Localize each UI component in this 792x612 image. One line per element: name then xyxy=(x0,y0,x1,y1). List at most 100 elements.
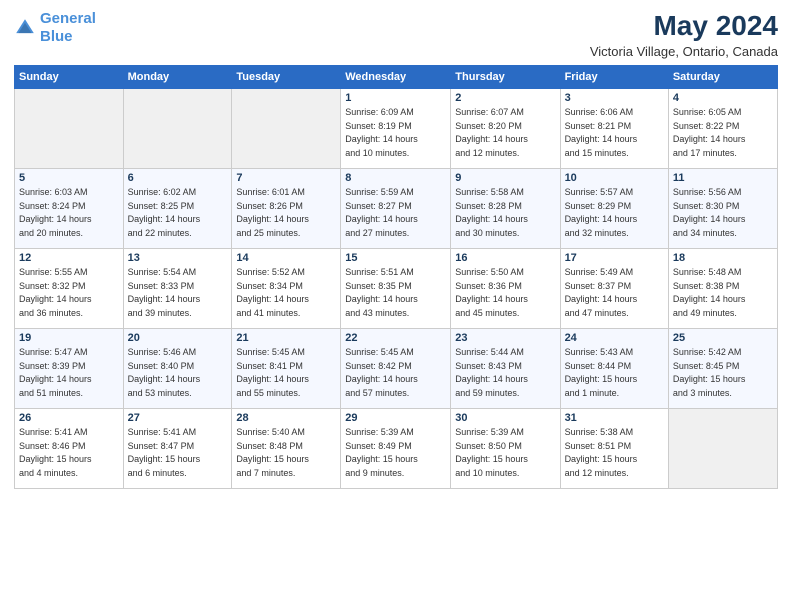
day-number: 28 xyxy=(236,412,336,424)
day-info: Sunrise: 5:42 AM Sunset: 8:45 PM Dayligh… xyxy=(673,346,773,400)
calendar-cell: 25 Sunrise: 5:42 AM Sunset: 8:45 PM Dayli… xyxy=(668,329,777,409)
calendar-header-row: Sunday Monday Tuesday Wednesday Thursday… xyxy=(15,66,778,89)
calendar-cell: 26 Sunrise: 5:41 AM Sunset: 8:46 PM Dayli… xyxy=(15,409,124,489)
day-info: Sunrise: 5:59 AM Sunset: 8:27 PM Dayligh… xyxy=(345,186,446,240)
day-number: 16 xyxy=(455,252,555,264)
day-number: 6 xyxy=(128,172,228,184)
calendar-cell: 19 Sunrise: 5:47 AM Sunset: 8:39 PM Dayli… xyxy=(15,329,124,409)
day-number: 23 xyxy=(455,332,555,344)
calendar-cell: 16 Sunrise: 5:50 AM Sunset: 8:36 PM Dayli… xyxy=(451,249,560,329)
calendar-cell: 23 Sunrise: 5:44 AM Sunset: 8:43 PM Dayli… xyxy=(451,329,560,409)
day-number: 24 xyxy=(565,332,664,344)
header-saturday: Saturday xyxy=(668,66,777,89)
calendar-week-2: 5 Sunrise: 6:03 AM Sunset: 8:24 PM Daylig… xyxy=(15,169,778,249)
day-number: 3 xyxy=(565,92,664,104)
day-info: Sunrise: 6:06 AM Sunset: 8:21 PM Dayligh… xyxy=(565,106,664,160)
logo-line2: Blue xyxy=(40,28,73,45)
day-info: Sunrise: 5:39 AM Sunset: 8:49 PM Dayligh… xyxy=(345,426,446,480)
calendar-cell: 7 Sunrise: 6:01 AM Sunset: 8:26 PM Daylig… xyxy=(232,169,341,249)
calendar-cell: 12 Sunrise: 5:55 AM Sunset: 8:32 PM Dayli… xyxy=(15,249,124,329)
day-number: 2 xyxy=(455,92,555,104)
calendar-cell xyxy=(668,409,777,489)
day-number: 26 xyxy=(19,412,119,424)
calendar-week-1: 1 Sunrise: 6:09 AM Sunset: 8:19 PM Daylig… xyxy=(15,89,778,169)
day-info: Sunrise: 5:40 AM Sunset: 8:48 PM Dayligh… xyxy=(236,426,336,480)
calendar-week-5: 26 Sunrise: 5:41 AM Sunset: 8:46 PM Dayli… xyxy=(15,409,778,489)
day-number: 17 xyxy=(565,252,664,264)
calendar-cell: 31Sunrise: 5:38 AM Sunset: 8:51 PM Dayli… xyxy=(560,409,668,489)
calendar-cell: 17 Sunrise: 5:49 AM Sunset: 8:37 PM Dayli… xyxy=(560,249,668,329)
day-number: 20 xyxy=(128,332,228,344)
calendar-cell: 4 Sunrise: 6:05 AM Sunset: 8:22 PM Daylig… xyxy=(668,89,777,169)
day-info: Sunrise: 5:54 AM Sunset: 8:33 PM Dayligh… xyxy=(128,266,228,320)
day-info: Sunrise: 5:41 AM Sunset: 8:47 PM Dayligh… xyxy=(128,426,228,480)
day-number: 27 xyxy=(128,412,228,424)
calendar-cell xyxy=(123,89,232,169)
calendar-cell: 6 Sunrise: 6:02 AM Sunset: 8:25 PM Daylig… xyxy=(123,169,232,249)
day-info: Sunrise: 6:01 AM Sunset: 8:26 PM Dayligh… xyxy=(236,186,336,240)
day-info: Sunrise: 5:52 AM Sunset: 8:34 PM Dayligh… xyxy=(236,266,336,320)
calendar-cell xyxy=(232,89,341,169)
day-info: Sunrise: 5:48 AM Sunset: 8:38 PM Dayligh… xyxy=(673,266,773,320)
calendar-cell: 5 Sunrise: 6:03 AM Sunset: 8:24 PM Daylig… xyxy=(15,169,124,249)
subtitle: Victoria Village, Ontario, Canada xyxy=(590,44,778,59)
page: General Blue May 2024 Victoria Village, … xyxy=(0,0,792,612)
day-number: 13 xyxy=(128,252,228,264)
calendar-cell: 22 Sunrise: 5:45 AM Sunset: 8:42 PM Dayli… xyxy=(341,329,451,409)
calendar-cell xyxy=(15,89,124,169)
calendar-cell: 21Sunrise: 5:45 AM Sunset: 8:41 PM Dayli… xyxy=(232,329,341,409)
calendar: Sunday Monday Tuesday Wednesday Thursday… xyxy=(14,65,778,489)
day-number: 25 xyxy=(673,332,773,344)
calendar-cell: 9Sunrise: 5:58 AM Sunset: 8:28 PM Daylig… xyxy=(451,169,560,249)
header: General Blue May 2024 Victoria Village, … xyxy=(14,10,778,59)
header-wednesday: Wednesday xyxy=(341,66,451,89)
calendar-cell: 2 Sunrise: 6:07 AM Sunset: 8:20 PM Daylig… xyxy=(451,89,560,169)
day-info: Sunrise: 5:47 AM Sunset: 8:39 PM Dayligh… xyxy=(19,346,119,400)
day-info: Sunrise: 6:07 AM Sunset: 8:20 PM Dayligh… xyxy=(455,106,555,160)
day-info: Sunrise: 5:51 AM Sunset: 8:35 PM Dayligh… xyxy=(345,266,446,320)
calendar-cell: 27 Sunrise: 5:41 AM Sunset: 8:47 PM Dayli… xyxy=(123,409,232,489)
day-number: 31 xyxy=(565,412,664,424)
header-tuesday: Tuesday xyxy=(232,66,341,89)
day-number: 15 xyxy=(345,252,446,264)
main-title: May 2024 xyxy=(590,10,778,42)
calendar-cell: 20Sunrise: 5:46 AM Sunset: 8:40 PM Dayli… xyxy=(123,329,232,409)
day-number: 10 xyxy=(565,172,664,184)
calendar-cell: 29 Sunrise: 5:39 AM Sunset: 8:49 PM Dayli… xyxy=(341,409,451,489)
day-info: Sunrise: 5:45 AM Sunset: 8:41 PM Dayligh… xyxy=(236,346,336,400)
calendar-cell: 18Sunrise: 5:48 AM Sunset: 8:38 PM Dayli… xyxy=(668,249,777,329)
calendar-cell: 30Sunrise: 5:39 AM Sunset: 8:50 PM Dayli… xyxy=(451,409,560,489)
day-number: 4 xyxy=(673,92,773,104)
day-info: Sunrise: 5:49 AM Sunset: 8:37 PM Dayligh… xyxy=(565,266,664,320)
day-info: Sunrise: 5:44 AM Sunset: 8:43 PM Dayligh… xyxy=(455,346,555,400)
day-info: Sunrise: 6:05 AM Sunset: 8:22 PM Dayligh… xyxy=(673,106,773,160)
calendar-cell: 8Sunrise: 5:59 AM Sunset: 8:27 PM Daylig… xyxy=(341,169,451,249)
day-number: 5 xyxy=(19,172,119,184)
calendar-week-3: 12 Sunrise: 5:55 AM Sunset: 8:32 PM Dayli… xyxy=(15,249,778,329)
day-info: Sunrise: 5:56 AM Sunset: 8:30 PM Dayligh… xyxy=(673,186,773,240)
day-number: 19 xyxy=(19,332,119,344)
day-info: Sunrise: 6:09 AM Sunset: 8:19 PM Dayligh… xyxy=(345,106,446,160)
day-number: 29 xyxy=(345,412,446,424)
logo: General Blue xyxy=(14,10,96,46)
day-number: 30 xyxy=(455,412,555,424)
calendar-cell: 13 Sunrise: 5:54 AM Sunset: 8:33 PM Dayli… xyxy=(123,249,232,329)
day-info: Sunrise: 6:03 AM Sunset: 8:24 PM Dayligh… xyxy=(19,186,119,240)
day-number: 1 xyxy=(345,92,446,104)
day-number: 12 xyxy=(19,252,119,264)
day-info: Sunrise: 5:45 AM Sunset: 8:42 PM Dayligh… xyxy=(345,346,446,400)
calendar-cell: 1 Sunrise: 6:09 AM Sunset: 8:19 PM Daylig… xyxy=(341,89,451,169)
day-number: 22 xyxy=(345,332,446,344)
day-info: Sunrise: 6:02 AM Sunset: 8:25 PM Dayligh… xyxy=(128,186,228,240)
logo-text: General Blue xyxy=(40,10,96,46)
title-block: May 2024 Victoria Village, Ontario, Cana… xyxy=(590,10,778,59)
day-info: Sunrise: 5:41 AM Sunset: 8:46 PM Dayligh… xyxy=(19,426,119,480)
day-info: Sunrise: 5:55 AM Sunset: 8:32 PM Dayligh… xyxy=(19,266,119,320)
header-thursday: Thursday xyxy=(451,66,560,89)
calendar-cell: 3 Sunrise: 6:06 AM Sunset: 8:21 PM Daylig… xyxy=(560,89,668,169)
day-number: 7 xyxy=(236,172,336,184)
calendar-cell: 10Sunrise: 5:57 AM Sunset: 8:29 PM Dayli… xyxy=(560,169,668,249)
header-friday: Friday xyxy=(560,66,668,89)
calendar-week-4: 19 Sunrise: 5:47 AM Sunset: 8:39 PM Dayli… xyxy=(15,329,778,409)
day-info: Sunrise: 5:50 AM Sunset: 8:36 PM Dayligh… xyxy=(455,266,555,320)
